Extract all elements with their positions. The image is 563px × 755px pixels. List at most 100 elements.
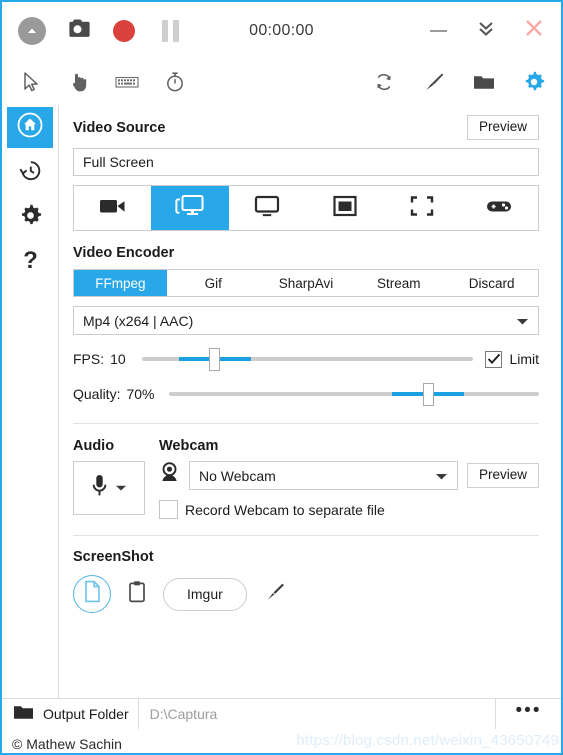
gamepad-icon xyxy=(484,196,514,221)
tab-discard[interactable]: Discard xyxy=(445,270,538,296)
video-encoder-tabs: FFmpeg Gif SharpAvi Stream Discard xyxy=(73,269,539,298)
close-button[interactable] xyxy=(511,2,557,59)
audio-source-button[interactable] xyxy=(73,461,145,516)
video-source-mode-region[interactable] xyxy=(383,186,460,230)
screenshot-target-clipboard[interactable] xyxy=(127,580,147,609)
webcam-header: Webcam xyxy=(159,438,539,454)
output-folder-path-text: D:\Captura xyxy=(149,706,218,722)
chevron-down-icon xyxy=(435,468,448,484)
fps-slider[interactable] xyxy=(141,348,474,372)
video-source-title: Video Source xyxy=(73,119,166,136)
gear-icon[interactable] xyxy=(521,69,547,95)
video-source-mode-desktop[interactable] xyxy=(229,186,306,230)
tab-ffmpeg[interactable]: FFmpeg xyxy=(74,270,167,297)
chevron-down-icon[interactable] xyxy=(115,479,127,497)
cursor-icon[interactable] xyxy=(18,69,44,95)
camera-icon xyxy=(66,18,91,44)
audio-header: Audio xyxy=(73,438,159,454)
quality-slider-thumb[interactable] xyxy=(422,383,434,407)
record-button[interactable] xyxy=(101,2,147,59)
history-icon xyxy=(18,158,43,188)
keystrokes-icon[interactable] xyxy=(114,69,140,95)
tab-stream[interactable]: Stream xyxy=(352,270,445,296)
video-source-mode-screens[interactable] xyxy=(151,186,229,231)
double-chevron-down-icon xyxy=(475,17,497,44)
video-source-value-text: Full Screen xyxy=(83,154,154,171)
chevron-down-icon xyxy=(516,313,529,329)
screens-icon xyxy=(175,193,205,224)
audio-webcam-row: Audio Webcam No Webcam Preview Record We… xyxy=(73,438,539,520)
screenshot-title: ScreenShot xyxy=(73,549,154,566)
quality-value: 70% xyxy=(126,386,155,403)
fps-limit-label: Limit xyxy=(509,351,539,368)
screenshot-target-file[interactable] xyxy=(73,575,111,614)
output-folder-path[interactable]: D:\Captura xyxy=(139,699,495,729)
video-camera-icon xyxy=(98,195,128,222)
video-source-preview-button[interactable]: Preview xyxy=(466,115,539,141)
window-icon xyxy=(332,194,358,223)
video-source-mode-gamepad[interactable] xyxy=(461,186,538,230)
video-source-mode-camera[interactable] xyxy=(74,186,151,230)
video-source-mode-window[interactable] xyxy=(306,186,383,230)
gear-icon xyxy=(18,203,43,233)
collapse-window-button[interactable] xyxy=(463,2,509,59)
help-icon: ? xyxy=(18,247,43,278)
encoder-format-select[interactable]: Mp4 (x264 | AAC) xyxy=(73,306,539,336)
refresh-icon[interactable] xyxy=(371,69,397,95)
minimize-button[interactable] xyxy=(415,2,461,59)
mouse-clicks-icon[interactable] xyxy=(66,69,92,95)
tab-gif[interactable]: Gif xyxy=(167,270,260,296)
video-encoder-header: Video Encoder xyxy=(73,245,539,261)
sidebar-item-home[interactable] xyxy=(7,107,53,148)
webcam-select[interactable]: No Webcam xyxy=(189,461,458,491)
output-folder-label: Output Folder xyxy=(43,706,129,722)
timer-icon[interactable] xyxy=(162,69,188,95)
sidebar-item-about[interactable]: ? xyxy=(7,242,53,283)
webcam-preview-button[interactable]: Preview xyxy=(466,463,539,489)
output-folder-button[interactable]: Output Folder xyxy=(2,699,139,729)
pause-button[interactable] xyxy=(147,2,193,59)
main-body: ? Video Source Preview Full Screen Video… xyxy=(2,105,561,698)
microphone-icon xyxy=(91,473,108,504)
collapse-panel-button[interactable] xyxy=(9,2,55,59)
status-bar-text: © Mathew Sachin xyxy=(12,735,122,752)
sidebar-item-recent[interactable] xyxy=(7,152,53,193)
webcam-title: Webcam xyxy=(159,438,219,455)
checkbox-box xyxy=(485,350,503,368)
file-icon xyxy=(83,580,102,608)
webcam-select-value: No Webcam xyxy=(199,467,276,484)
window-controls xyxy=(415,2,557,59)
tool-strip xyxy=(2,59,561,105)
divider-screenshot xyxy=(73,535,539,537)
folder-icon[interactable] xyxy=(471,69,497,95)
screenshot-button[interactable] xyxy=(55,2,101,59)
quality-slider[interactable] xyxy=(168,383,539,407)
minimize-icon xyxy=(429,29,447,32)
webcam-separate-file-checkbox[interactable]: Record Webcam to separate file xyxy=(159,500,539,520)
fps-label: FPS: xyxy=(73,351,105,368)
fps-value: 10 xyxy=(110,351,126,368)
brush-icon[interactable] xyxy=(421,69,447,95)
tab-sharpavi[interactable]: SharpAvi xyxy=(260,270,353,296)
region-icon xyxy=(409,194,435,223)
quality-label: Quality: xyxy=(73,386,121,403)
fps-limit-checkbox[interactable]: Limit xyxy=(485,350,539,368)
video-source-header: Video Source Preview xyxy=(73,115,539,141)
divider-audio xyxy=(73,423,539,425)
svg-text:?: ? xyxy=(23,247,38,273)
pencil-icon[interactable] xyxy=(263,580,287,609)
webcam-separate-file-label: Record Webcam to separate file xyxy=(185,501,385,518)
screenshot-imgur-button[interactable]: Imgur xyxy=(163,577,247,611)
sidebar-item-configure[interactable] xyxy=(7,197,53,238)
watermark-text: https://blog.csdn.net/weixin_43650749 xyxy=(296,732,559,749)
encoder-format-value: Mp4 (x264 | AAC) xyxy=(83,312,194,329)
pause-icon xyxy=(161,19,179,42)
video-source-mode-row xyxy=(73,185,539,232)
content-panel: Video Source Preview Full Screen Video E… xyxy=(59,105,561,698)
webcam-select-row: No Webcam Preview xyxy=(159,461,539,491)
sidebar: ? xyxy=(2,105,59,698)
fps-slider-thumb[interactable] xyxy=(209,348,221,372)
output-folder-more-button[interactable]: ••• xyxy=(495,699,561,729)
video-source-value[interactable]: Full Screen xyxy=(73,148,539,177)
title-bar-left-actions xyxy=(2,2,193,59)
